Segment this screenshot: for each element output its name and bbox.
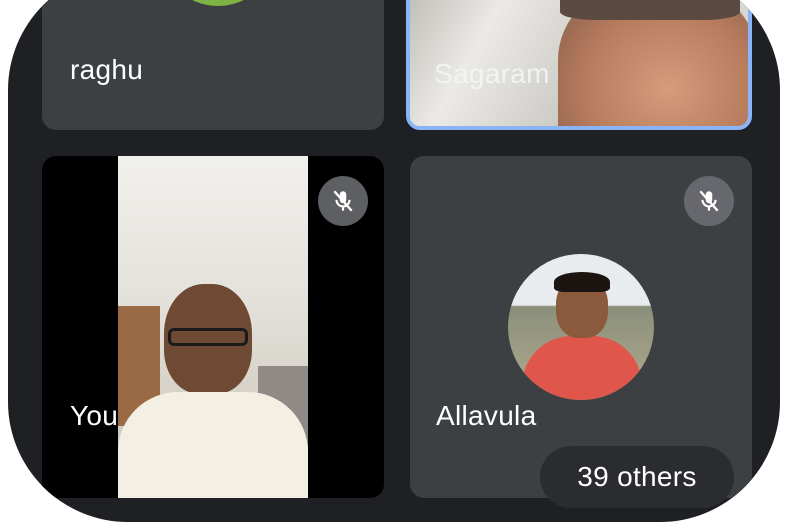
participant-tile-sagaram[interactable]: Sagaram bbox=[406, 0, 752, 130]
participant-name: raghu bbox=[70, 54, 144, 85]
participant-tile-you[interactable]: You bbox=[42, 156, 384, 498]
participant-video-detail bbox=[560, 0, 740, 20]
mic-off-icon bbox=[318, 176, 368, 226]
participant-name: Allavula bbox=[436, 400, 537, 431]
participant-name: You bbox=[70, 400, 119, 431]
avatar-hair bbox=[554, 272, 610, 292]
participant-tile-raghu[interactable]: raghu bbox=[42, 0, 384, 130]
self-video-glasses bbox=[168, 328, 248, 346]
self-video-shirt bbox=[118, 392, 308, 498]
participant-name: Sagaram bbox=[434, 58, 550, 89]
meeting-grid: raghu Sagaram You Allavula bbox=[8, 0, 780, 522]
avatar bbox=[160, 0, 276, 6]
others-button[interactable]: 39 others bbox=[540, 446, 734, 508]
avatar-body bbox=[522, 336, 642, 400]
self-video bbox=[118, 156, 308, 498]
mic-off-icon bbox=[684, 176, 734, 226]
avatar bbox=[508, 254, 654, 400]
